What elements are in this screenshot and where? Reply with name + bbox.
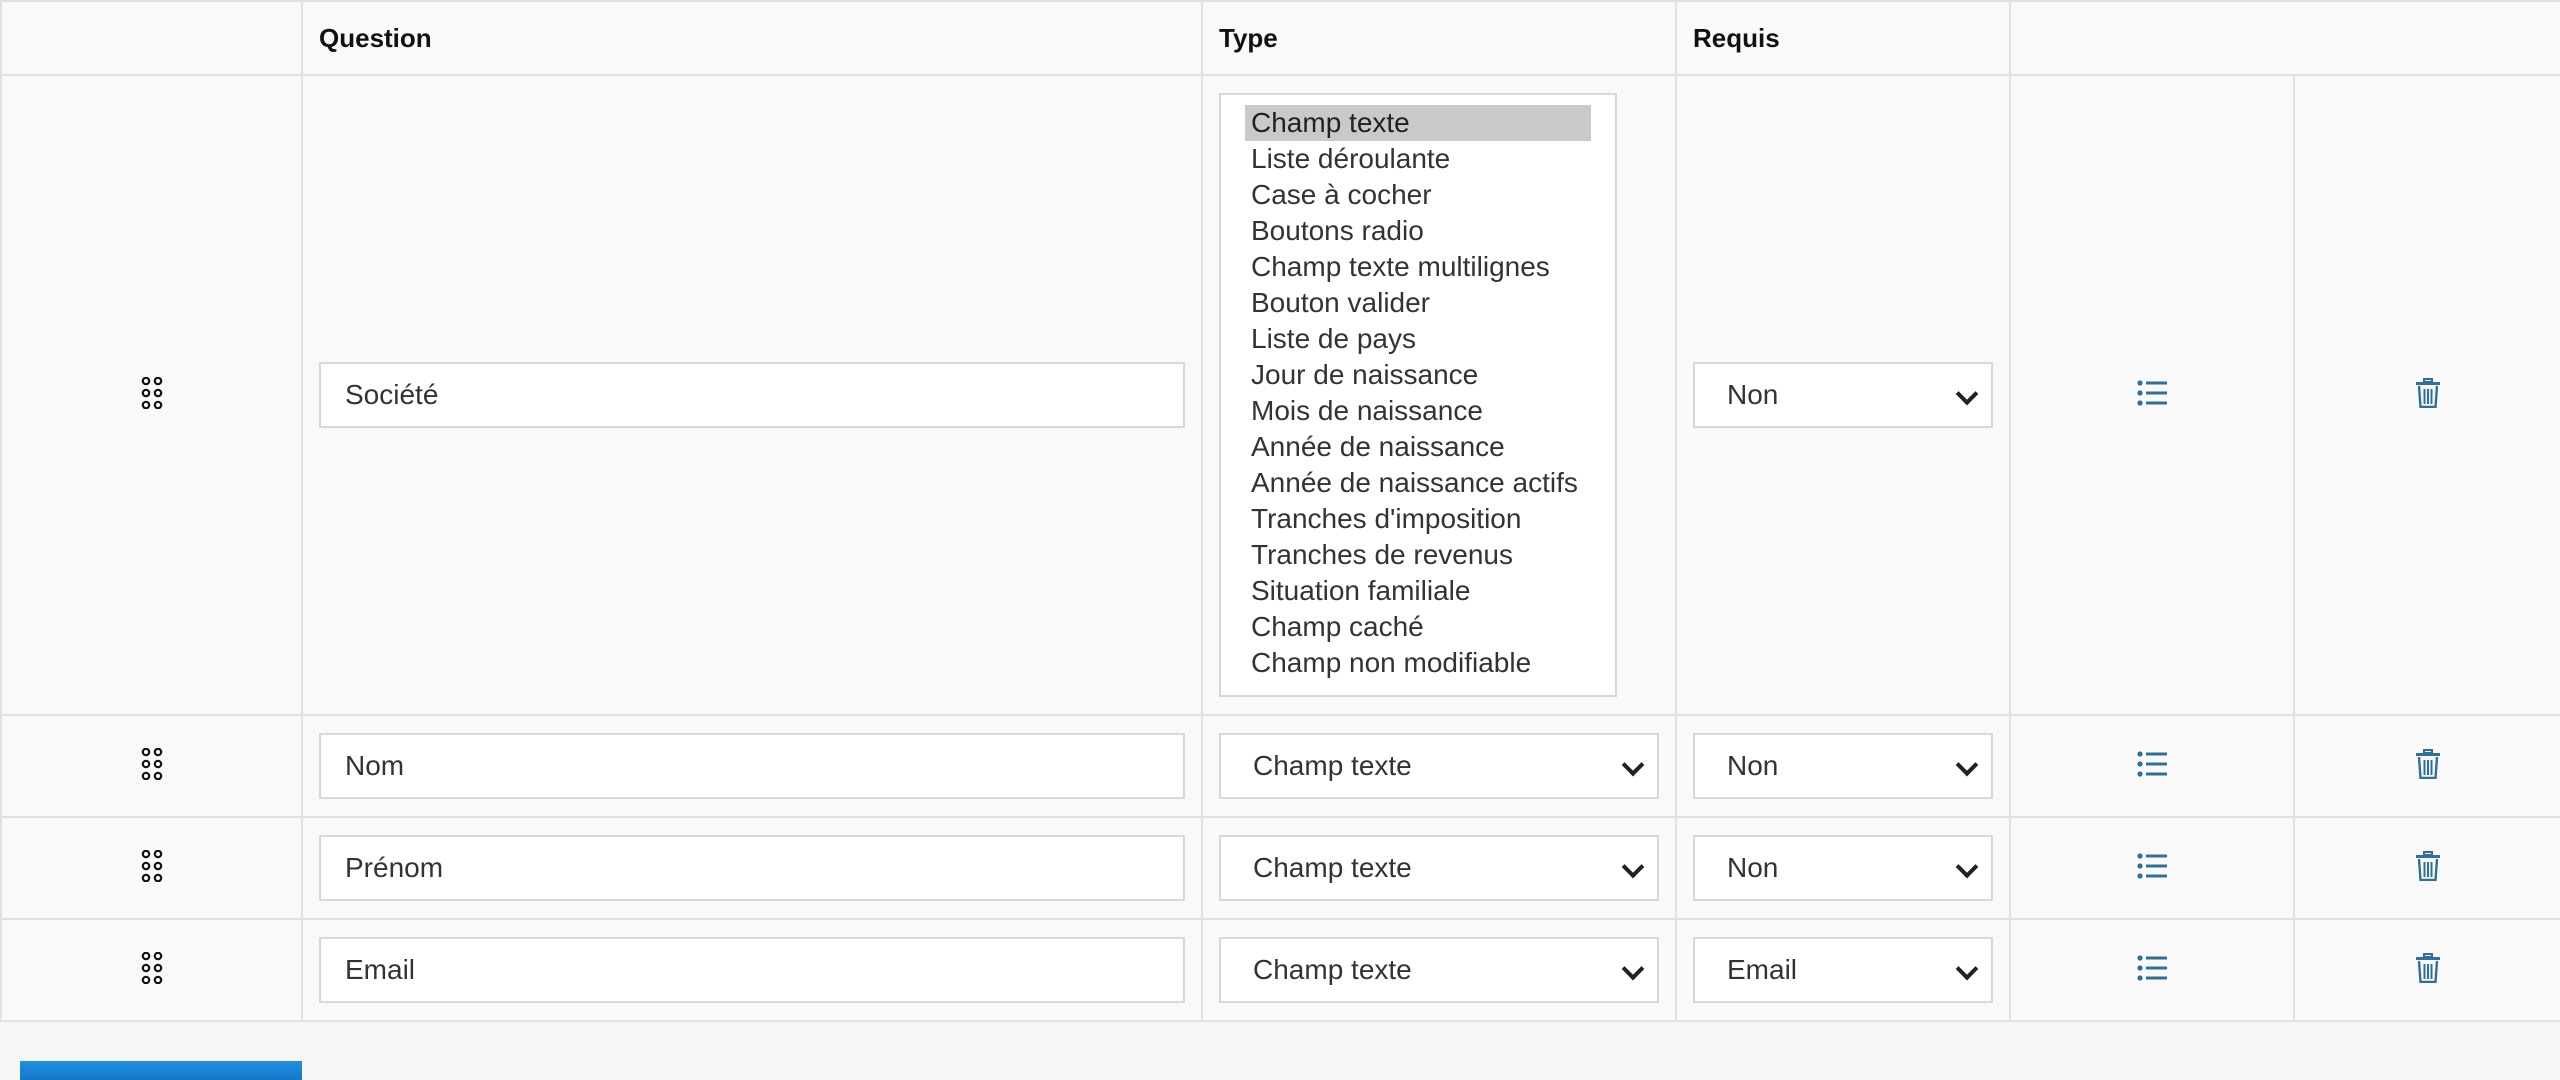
type-option[interactable]: Année de naissance <box>1245 429 1591 465</box>
delete-cell <box>2293 816 2560 920</box>
required-select-value: Non <box>1727 379 1779 410</box>
drag-cell <box>0 816 303 920</box>
list-icon[interactable] <box>2137 852 2167 884</box>
question-cell <box>301 74 1203 716</box>
type-listbox[interactable]: Champ texte Liste déroulante Case à coch… <box>1219 93 1617 697</box>
drag-cell <box>0 918 303 1022</box>
trash-icon[interactable] <box>2415 850 2440 886</box>
options-cell <box>2009 74 2295 716</box>
type-cell: Champ texte <box>1201 918 1677 1022</box>
trash-icon[interactable] <box>2415 377 2440 413</box>
type-select-value: Champ texte <box>1253 954 1412 985</box>
list-icon[interactable] <box>2137 750 2167 782</box>
chevron-down-icon <box>1621 957 1645 981</box>
type-select[interactable]: Champ texte <box>1219 733 1659 799</box>
chevron-down-icon <box>1621 753 1645 777</box>
table-row: Champ texte Liste déroulante Case à coch… <box>0 74 2560 716</box>
table-row: Champ texte Non <box>0 714 2560 818</box>
type-option[interactable]: Champ texte multilignes <box>1245 249 1591 285</box>
drag-cell <box>0 74 303 716</box>
drag-handle-icon[interactable] <box>141 849 163 882</box>
header-required: Requis <box>1675 0 2011 76</box>
type-option[interactable]: Liste déroulante <box>1245 141 1591 177</box>
required-select-value: Non <box>1727 852 1779 883</box>
drag-handle-icon[interactable] <box>141 747 163 780</box>
add-question-button[interactable] <box>20 1061 302 1080</box>
required-select-value: Email <box>1727 954 1798 985</box>
question-input[interactable] <box>319 937 1185 1003</box>
trash-icon[interactable] <box>2415 748 2440 784</box>
chevron-down-icon <box>1955 382 1979 406</box>
header-type: Type <box>1201 0 1677 76</box>
type-option[interactable]: Champ texte <box>1245 105 1591 141</box>
type-select-value: Champ texte <box>1253 750 1412 781</box>
trash-icon[interactable] <box>2415 952 2440 988</box>
options-cell <box>2009 714 2295 818</box>
table-header-row: Question Type Requis <box>0 0 2560 76</box>
type-option[interactable]: Jour de naissance <box>1245 357 1591 393</box>
required-select-value: Non <box>1727 750 1779 781</box>
question-cell <box>301 918 1203 1022</box>
type-option[interactable]: Boutons radio <box>1245 213 1591 249</box>
chevron-down-icon <box>1955 753 1979 777</box>
type-option[interactable]: Liste de pays <box>1245 321 1591 357</box>
type-select[interactable]: Champ texte <box>1219 937 1659 1003</box>
required-select[interactable]: Non <box>1693 733 1993 799</box>
type-option[interactable]: Case à cocher <box>1245 177 1591 213</box>
header-question: Question <box>301 0 1203 76</box>
required-cell: Non <box>1675 714 2011 818</box>
type-option[interactable]: Tranches de revenus <box>1245 537 1591 573</box>
type-select-value: Champ texte <box>1253 852 1412 883</box>
delete-cell <box>2293 74 2560 716</box>
type-option[interactable]: Situation familiale <box>1245 573 1591 609</box>
type-option[interactable]: Année de naissance actifs <box>1245 465 1591 501</box>
type-option[interactable]: Champ non modifiable <box>1245 645 1591 681</box>
header-actions <box>2009 0 2560 76</box>
options-cell <box>2009 918 2295 1022</box>
type-option[interactable]: Tranches d'imposition <box>1245 501 1591 537</box>
type-option[interactable]: Mois de naissance <box>1245 393 1591 429</box>
type-cell: Champ texte <box>1201 714 1677 818</box>
question-input[interactable] <box>319 835 1185 901</box>
header-handle <box>0 0 303 76</box>
list-icon[interactable] <box>2137 954 2167 986</box>
type-cell: Champ texte Liste déroulante Case à coch… <box>1201 74 1677 716</box>
delete-cell <box>2293 918 2560 1022</box>
type-cell: Champ texte <box>1201 816 1677 920</box>
required-select[interactable]: Non <box>1693 362 1993 428</box>
chevron-down-icon <box>1621 855 1645 879</box>
type-option[interactable]: Bouton valider <box>1245 285 1591 321</box>
required-select[interactable]: Email <box>1693 937 1993 1003</box>
chevron-down-icon <box>1955 957 1979 981</box>
drag-handle-icon[interactable] <box>141 951 163 984</box>
question-cell <box>301 816 1203 920</box>
drag-handle-icon[interactable] <box>141 376 163 409</box>
type-select[interactable]: Champ texte <box>1219 835 1659 901</box>
delete-cell <box>2293 714 2560 818</box>
required-cell: Non <box>1675 74 2011 716</box>
required-select[interactable]: Non <box>1693 835 1993 901</box>
type-option[interactable]: Champ caché <box>1245 609 1591 645</box>
question-input[interactable] <box>319 733 1185 799</box>
table-row: Champ texte Email <box>0 918 2560 1022</box>
options-cell <box>2009 816 2295 920</box>
table-row: Champ texte Non <box>0 816 2560 920</box>
question-cell <box>301 714 1203 818</box>
required-cell: Email <box>1675 918 2011 1022</box>
question-input[interactable] <box>319 362 1185 428</box>
chevron-down-icon <box>1955 855 1979 879</box>
list-icon[interactable] <box>2137 379 2167 411</box>
questions-table: Question Type Requis Société Champ texte… <box>0 0 2560 1022</box>
drag-cell <box>0 714 303 818</box>
required-cell: Non <box>1675 816 2011 920</box>
